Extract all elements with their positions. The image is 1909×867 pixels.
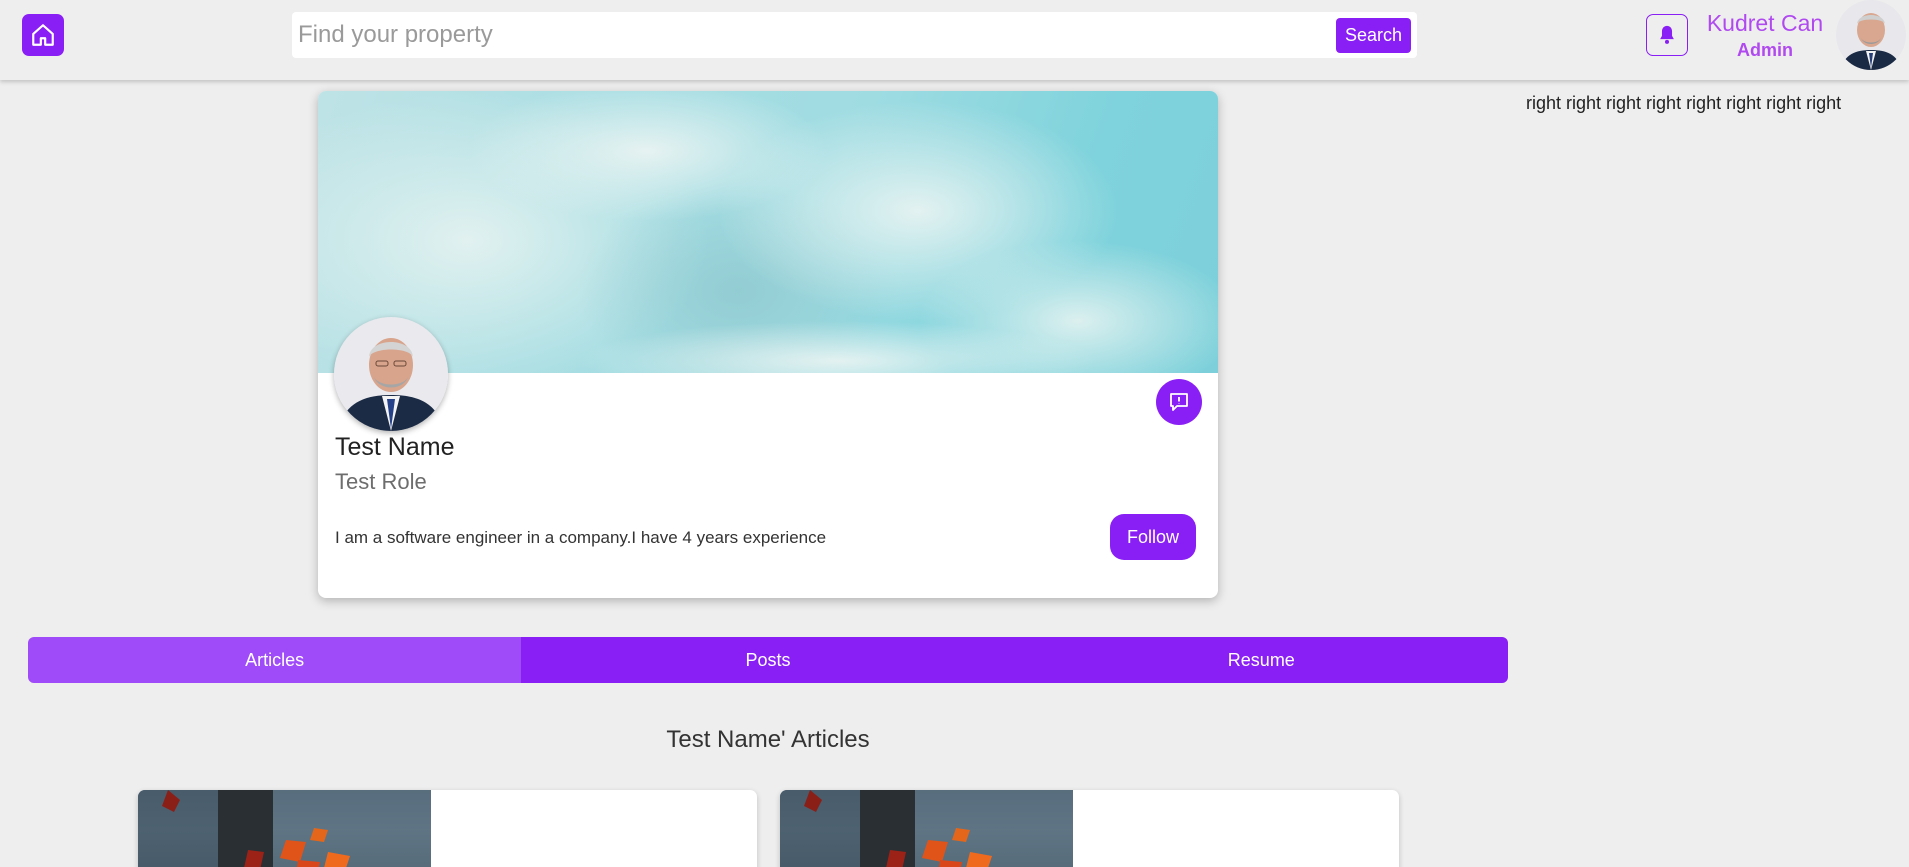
article-card[interactable] (138, 790, 757, 867)
bell-icon (1660, 25, 1674, 44)
profile-name: Test Name (335, 433, 455, 461)
tab-resume[interactable]: Resume (1014, 637, 1508, 683)
search-button[interactable]: Search (1336, 18, 1411, 53)
user-name[interactable]: Kudret Can (1700, 10, 1830, 37)
right-column-text: right right right right right right righ… (1526, 93, 1842, 113)
report-button[interactable] (1156, 379, 1202, 425)
tab-articles[interactable]: Articles (28, 637, 522, 683)
notifications-button[interactable] (1646, 14, 1688, 56)
top-navbar: Search Kudret Can Admin (0, 0, 1909, 80)
profile-avatar (334, 317, 448, 431)
user-avatar[interactable] (1836, 0, 1906, 70)
article-card[interactable] (780, 790, 1399, 867)
report-icon (1170, 393, 1188, 411)
search-input[interactable] (298, 18, 1328, 52)
search-bar: Search (292, 12, 1417, 58)
tab-posts[interactable]: Posts (521, 637, 1015, 683)
articles-section-title: Test Name' Articles (666, 726, 870, 753)
article-thumbnail (138, 790, 431, 867)
article-thumbnail (780, 790, 1073, 867)
cover-image (318, 91, 1218, 373)
user-role: Admin (1737, 40, 1793, 60)
follow-button[interactable]: Follow (1110, 514, 1196, 560)
profile-tabs: Articles Posts Resume (28, 637, 1508, 683)
home-button[interactable] (22, 14, 64, 56)
home-icon (32, 24, 54, 46)
profile-role: Test Role (335, 469, 427, 494)
profile-bio: I am a software engineer in a company.I … (335, 528, 827, 547)
profile-card: Test Name Test Role I am a software engi… (318, 91, 1218, 598)
